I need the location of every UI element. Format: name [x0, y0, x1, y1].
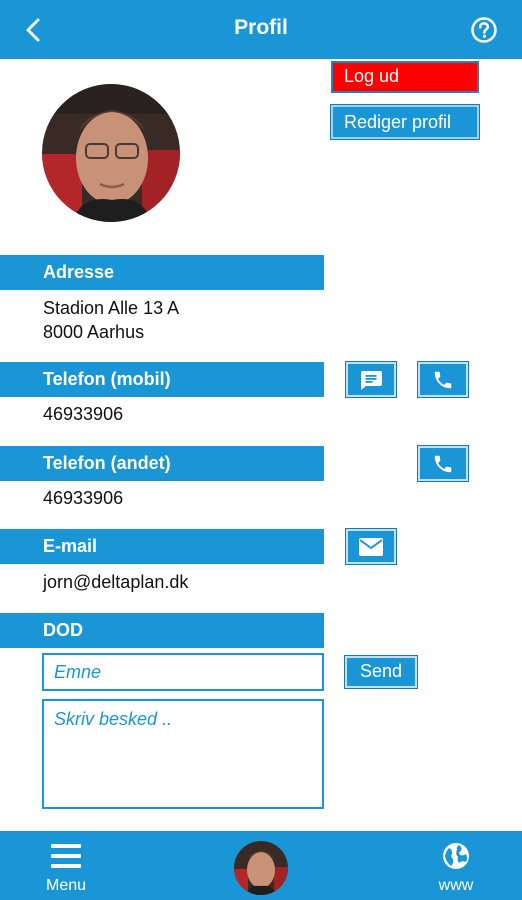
profile-avatar[interactable]: [234, 841, 288, 895]
phone-mobile-value: 46933906: [43, 404, 124, 424]
edit-profile-button[interactable]: Rediger profil: [330, 104, 480, 140]
send-button[interactable]: Send: [344, 655, 418, 689]
help-circle-icon[interactable]: [470, 16, 498, 44]
address-heading: Adresse: [0, 255, 324, 290]
menu-nav-item[interactable]: Menu: [36, 841, 96, 897]
message-heading: DOD: [0, 613, 324, 648]
message-icon: [360, 370, 382, 390]
phone-mobile-heading: Telefon (mobil): [0, 362, 324, 397]
mail-icon: [359, 537, 383, 556]
call-other-button[interactable]: [417, 445, 469, 482]
sms-button[interactable]: [345, 361, 397, 398]
logout-button[interactable]: Log ud: [331, 61, 479, 93]
phone-other-heading: Telefon (andet): [0, 446, 324, 481]
hamburger-menu-icon: [51, 844, 81, 868]
www-label: www: [438, 877, 474, 894]
email-heading: E-mail: [0, 529, 324, 564]
menu-label: Menu: [45, 877, 87, 894]
call-mobile-button[interactable]: [417, 361, 469, 398]
send-email-button[interactable]: [345, 528, 397, 565]
address-line-1: Stadion Alle 13 A: [43, 298, 180, 318]
address-line-2: 8000 Aarhus: [43, 322, 145, 342]
email-value: jorn@deltaplan.dk: [43, 572, 189, 592]
phone-other-value: 46933906: [43, 488, 124, 508]
phone-icon: [434, 455, 452, 472]
message-body-input[interactable]: Skriv besked ..: [42, 699, 324, 809]
top-bar: Profil: [0, 0, 522, 59]
globe-icon: [443, 843, 469, 869]
page-title: Profil: [234, 16, 288, 39]
bottom-nav: Menu www: [0, 831, 522, 900]
profile-photo: [42, 84, 180, 222]
phone-icon: [434, 371, 452, 388]
www-nav-item[interactable]: www: [426, 841, 486, 897]
subject-input[interactable]: Emne: [42, 653, 324, 691]
